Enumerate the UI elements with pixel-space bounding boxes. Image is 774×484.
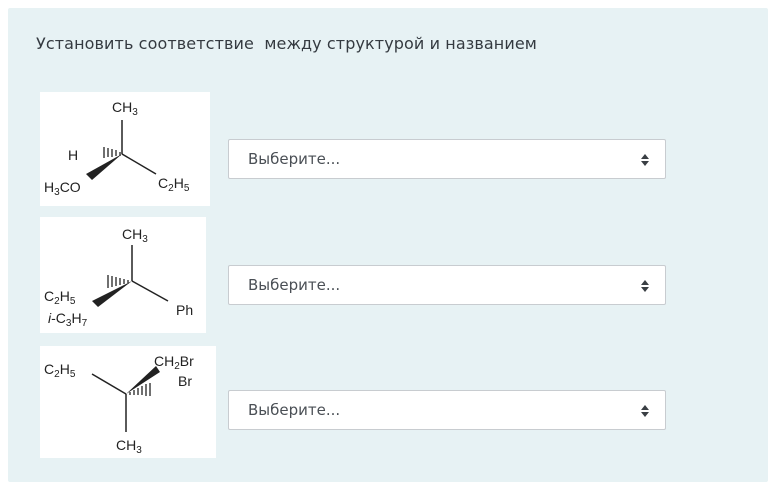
- label-br: Br: [178, 373, 192, 389]
- label-h3co: H3CO: [44, 179, 81, 198]
- answer-select-1[interactable]: Выберите...: [228, 139, 666, 179]
- structure-image-3: C2H5 CH2Br Br CH3: [40, 346, 216, 458]
- select-value: Выберите...: [248, 276, 341, 294]
- chiral-molecule-1-icon: CH3 H H3CO C2H5: [44, 99, 190, 198]
- label-ch2br: CH2Br: [154, 353, 194, 372]
- label-c2h5: C2H5: [44, 361, 76, 380]
- structure-image-2: CH3 C2H5 i-C3H7 Ph: [40, 217, 206, 333]
- label-c2h5: C2H5: [158, 175, 190, 194]
- label-ch3: CH3: [122, 226, 148, 245]
- label-i-c3h7: i-C3H7: [48, 310, 88, 329]
- sort-arrows-icon: [641, 280, 649, 292]
- question-panel: Установить соответствие между структурой…: [8, 8, 768, 482]
- answer-select-3[interactable]: Выберите...: [228, 390, 666, 430]
- label-c2h5: C2H5: [44, 288, 76, 307]
- sort-arrows-icon: [641, 405, 649, 417]
- structure-image-1: CH3 H H3CO C2H5: [40, 92, 210, 206]
- label-h: H: [68, 147, 78, 163]
- question-text: Установить соответствие между структурой…: [36, 34, 537, 53]
- select-value: Выберите...: [248, 401, 341, 419]
- label-ph: Ph: [176, 302, 193, 318]
- label-ch3: CH3: [116, 437, 142, 456]
- chiral-molecule-3-icon: C2H5 CH2Br Br CH3: [44, 353, 194, 456]
- select-value: Выберите...: [248, 150, 341, 168]
- chiral-molecule-2-icon: CH3 C2H5 i-C3H7 Ph: [44, 226, 193, 329]
- answer-select-2[interactable]: Выберите...: [228, 265, 666, 305]
- sort-arrows-icon: [641, 154, 649, 166]
- label-ch3: CH3: [112, 99, 138, 118]
